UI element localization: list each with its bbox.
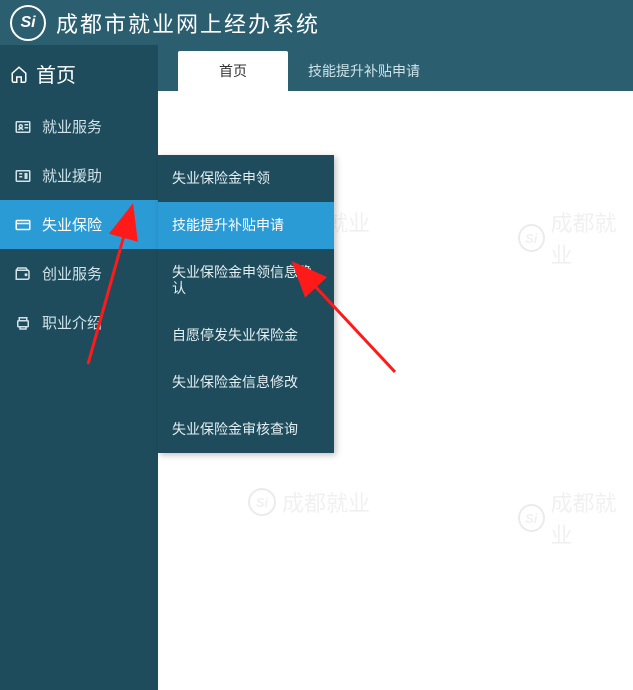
app-header: Si 成都市就业网上经办系统 (0, 0, 633, 45)
tab-home[interactable]: 首页 (178, 51, 288, 91)
submenu-unemployment: 失业保险金申领 技能提升补贴申请 失业保险金申领信息确认 自愿停发失业保险金 失… (158, 155, 334, 453)
sidebar-item-label: 就业服务 (42, 116, 102, 137)
tab-skill-subsidy[interactable]: 技能提升补贴申请 (288, 51, 440, 91)
watermark: Si成都就业 (248, 486, 370, 518)
sidebar-item-unemployment[interactable]: 失业保险 (0, 200, 158, 249)
card-icon (14, 216, 32, 234)
sidebar-item-jobs[interactable]: 就业服务 (0, 102, 158, 151)
tab-label: 首页 (219, 61, 247, 81)
badge-icon (14, 167, 32, 185)
printer-icon (14, 314, 32, 332)
sidebar-item-label: 就业援助 (42, 165, 102, 186)
submenu-item-stop[interactable]: 自愿停发失业保险金 (158, 312, 334, 359)
submenu-item-claim[interactable]: 失业保险金申领 (158, 155, 334, 202)
id-card-icon (14, 118, 32, 136)
wallet-icon (14, 265, 32, 283)
sidebar: 首页 就业服务 就业援助 失业保险 创业服务 (0, 45, 158, 690)
sidebar-item-label: 职业介绍 (42, 312, 102, 333)
app-title: 成都市就业网上经办系统 (56, 7, 320, 39)
sidebar-item-intro[interactable]: 职业介绍 (0, 298, 158, 347)
submenu-item-claim-info[interactable]: 失业保险金申领信息确认 (158, 249, 334, 313)
watermark: Si成都就业 (518, 486, 633, 550)
sidebar-item-label: 创业服务 (42, 263, 102, 284)
tab-label: 技能提升补贴申请 (308, 61, 420, 81)
home-icon (10, 65, 28, 83)
submenu-item-edit[interactable]: 失业保险金信息修改 (158, 359, 334, 406)
sidebar-item-startup[interactable]: 创业服务 (0, 249, 158, 298)
watermark: Si成都就业 (518, 206, 633, 270)
sidebar-home-label: 首页 (36, 59, 76, 88)
sidebar-home[interactable]: 首页 (0, 45, 158, 102)
submenu-item-skill-subsidy[interactable]: 技能提升补贴申请 (158, 202, 334, 249)
sidebar-item-label: 失业保险 (42, 214, 102, 235)
logo-icon: Si (10, 5, 46, 41)
submenu-item-audit[interactable]: 失业保险金审核查询 (158, 406, 334, 453)
tab-bar: 首页 技能提升补贴申请 (158, 45, 633, 91)
sidebar-item-assist[interactable]: 就业援助 (0, 151, 158, 200)
